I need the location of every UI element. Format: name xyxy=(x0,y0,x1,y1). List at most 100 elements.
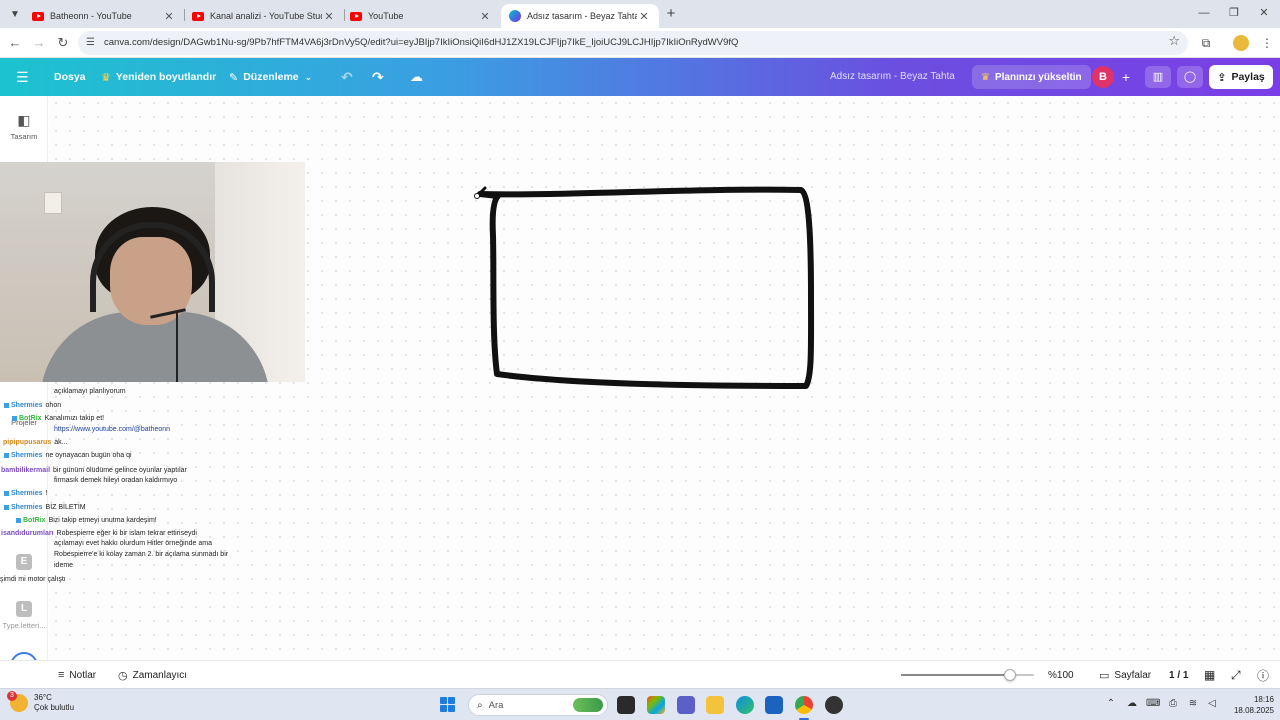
sidebar-item-typecast[interactable]: L Type.letteri... xyxy=(0,601,48,630)
timer-button[interactable]: ◷ Zamanlayıcı xyxy=(118,661,187,689)
extensions-icon[interactable]: ⧉ xyxy=(1197,34,1215,52)
webcam-overlay xyxy=(0,162,305,382)
close-window-icon[interactable]: ✕ xyxy=(1256,4,1272,22)
new-tab-button[interactable]: + xyxy=(663,6,679,22)
chat-message: ideme xyxy=(54,562,74,569)
url-text[interactable]: canva.com/design/DAGwb1Nu-sg/9Pb7hfFTM4V… xyxy=(104,31,1154,55)
taskbar-search-label: Ara xyxy=(488,699,504,711)
weather-temperature: 36°C xyxy=(34,693,52,702)
zoom-percentage[interactable]: %100 xyxy=(1048,661,1074,689)
insights-chart-icon[interactable]: ▥ xyxy=(1145,66,1171,88)
close-tab-icon[interactable]: ✕ xyxy=(162,9,176,23)
cloud-save-icon[interactable]: ☁ xyxy=(410,58,423,96)
chat-message: firmasık demek hileyi oradan kaldırmıyo xyxy=(54,477,178,484)
share-button[interactable]: ⇪ Paylaş xyxy=(1209,65,1273,89)
tab-title: Batheonn - YouTube xyxy=(50,11,132,21)
chat-message: Shermies BİZ BİLETİM xyxy=(4,504,86,512)
site-info-icon[interactable]: ☰ xyxy=(86,37,98,49)
tab-youtube[interactable]: YouTube ✕ xyxy=(342,4,500,28)
sidebar-item-design[interactable]: ◧ Tasarım xyxy=(0,112,48,141)
close-tab-icon[interactable]: ✕ xyxy=(478,9,492,23)
clock-date: 18.08.2025 xyxy=(1233,706,1274,715)
obs-app-icon[interactable] xyxy=(825,696,843,714)
address-bar[interactable]: ☰ canva.com/design/DAGwb1Nu-sg/9Pb7hfFTM… xyxy=(78,31,1188,55)
restore-icon[interactable]: ❐ xyxy=(1226,4,1242,22)
zoom-slider[interactable] xyxy=(901,669,1034,681)
edit-menu[interactable]: ✎ Düzenleme ⌄ xyxy=(229,58,312,96)
browser-menu-icon[interactable]: ⋮ xyxy=(1258,34,1276,52)
taskbar-search[interactable]: ⌕ Ara xyxy=(468,694,608,716)
minimize-icon[interactable]: — xyxy=(1196,4,1212,22)
file-menu[interactable]: Dosya xyxy=(54,58,86,96)
crown-icon: ♛ xyxy=(101,71,111,84)
wifi-icon[interactable]: ≋ xyxy=(1186,698,1200,709)
upgrade-plan-button[interactable]: ♛ Planınızı yükseltin xyxy=(972,65,1091,89)
undo-icon[interactable]: ↶ xyxy=(341,58,353,96)
chat-message: BotRix Kanalımızı takip et! xyxy=(12,415,104,423)
canva-header: ☰ Dosya ♛ Yeniden boyutlandır ✎ Düzenlem… xyxy=(0,58,1280,96)
upgrade-plan-label: Planınızı yükseltin xyxy=(994,71,1082,83)
tab-batheonn-youtube[interactable]: Batheonn - YouTube ✕ xyxy=(24,4,184,28)
tab-kanal-analizi[interactable]: Kanal analizi - YouTube Studio ✕ xyxy=(184,4,344,28)
file-explorer-icon[interactable] xyxy=(706,696,724,714)
store-app-icon[interactable] xyxy=(765,696,783,714)
volume-icon[interactable]: ◁ xyxy=(1205,698,1219,709)
timer-label: Zamanlayıcı xyxy=(132,669,188,681)
edge-browser-icon[interactable] xyxy=(736,696,754,714)
reload-icon[interactable]: ↻ xyxy=(54,34,72,52)
youtube-icon xyxy=(350,11,362,21)
tab-title: Adsız tasarım - Beyaz Tahta xyxy=(527,11,637,21)
grid-view-icon[interactable]: ▦ xyxy=(1204,661,1215,689)
notes-label: Notlar xyxy=(69,669,97,681)
weather-widget[interactable]: 3 36°C Çok bulutlu xyxy=(7,691,75,713)
youtube-icon xyxy=(192,11,204,21)
windows-taskbar: 3 36°C Çok bulutlu ⌕ Ara ⌃ ☁ ⌨ ⎙ ≋ ◁ 18:… xyxy=(0,688,1280,720)
mic-tray-icon[interactable]: ⎙ xyxy=(1166,698,1180,709)
chat-message: pipipupusarus ak... xyxy=(3,439,68,446)
system-clock[interactable]: 18:16 18.08.2025 xyxy=(1228,694,1274,716)
tab-search-button[interactable]: ▼ xyxy=(6,5,24,23)
crown-icon: ♛ xyxy=(981,71,990,83)
redo-icon[interactable]: ↷ xyxy=(372,58,384,96)
youtube-icon xyxy=(32,11,44,21)
share-label: Paylaş xyxy=(1231,71,1265,83)
chrome-browser-icon[interactable] xyxy=(795,696,813,714)
browser-tab-strip: ▼ Batheonn - YouTube ✕ Kanal analizi - Y… xyxy=(0,0,1280,28)
notes-button[interactable]: ≡ Notlar xyxy=(58,661,96,689)
bookmark-star-icon[interactable]: ☆ xyxy=(1168,33,1180,49)
close-tab-icon[interactable]: ✕ xyxy=(637,9,651,23)
comment-icon[interactable]: ◯ xyxy=(1177,66,1203,88)
tab-canva-whiteboard[interactable]: Adsız tasarım - Beyaz Tahta ✕ xyxy=(501,4,659,28)
chat-message: isandıdurumları Robespierre eğer ki bir i… xyxy=(1,530,197,537)
hamburger-menu-icon[interactable]: ☰ xyxy=(16,58,29,96)
add-collaborator-icon[interactable]: + xyxy=(1118,66,1134,88)
resize-menu[interactable]: ♛ Yeniden boyutlandır xyxy=(101,58,216,96)
fullscreen-icon[interactable]: ⤢ xyxy=(1231,661,1241,689)
weather-description: Çok bulutlu xyxy=(34,703,75,712)
keyboard-tray-icon[interactable]: ⌨ xyxy=(1146,698,1160,709)
chat-message: Shermies ne oynayacan bugün oha qi xyxy=(4,452,132,460)
back-arrow-icon[interactable]: ← xyxy=(6,34,24,52)
windows-start-icon[interactable] xyxy=(440,697,455,712)
weather-badge: 3 xyxy=(7,691,17,701)
teams-app-icon[interactable] xyxy=(677,696,695,714)
zoom-slider-thumb[interactable] xyxy=(1003,669,1016,681)
canva-icon xyxy=(509,10,521,22)
close-tab-icon[interactable]: ✕ xyxy=(322,9,336,23)
forward-arrow-icon[interactable]: → xyxy=(30,34,48,52)
search-icon: ⌕ xyxy=(477,699,483,711)
chat-message: Shermies ohon xyxy=(4,402,61,410)
profile-avatar-icon[interactable] xyxy=(1233,35,1249,51)
copilot-app-icon[interactable] xyxy=(647,696,665,714)
design-title[interactable]: Adsız tasarım - Beyaz Tahta xyxy=(830,58,955,96)
tray-overflow-icon[interactable]: ⌃ xyxy=(1104,698,1118,709)
terminal-app-icon[interactable] xyxy=(617,696,635,714)
app-tile-icon: L xyxy=(16,601,32,617)
help-icon[interactable]: ⓘ xyxy=(1257,661,1269,689)
chevron-down-icon: ⌄ xyxy=(304,71,313,82)
layout-icon: ◧ xyxy=(17,112,31,128)
pages-button[interactable]: ▭ Sayfalar xyxy=(1099,661,1151,689)
chat-message: Robespierre'e ki kolay zaman 2. bir açıl… xyxy=(54,551,229,558)
cloud-tray-icon[interactable]: ☁ xyxy=(1125,698,1139,709)
user-avatar[interactable]: B xyxy=(1092,66,1114,88)
